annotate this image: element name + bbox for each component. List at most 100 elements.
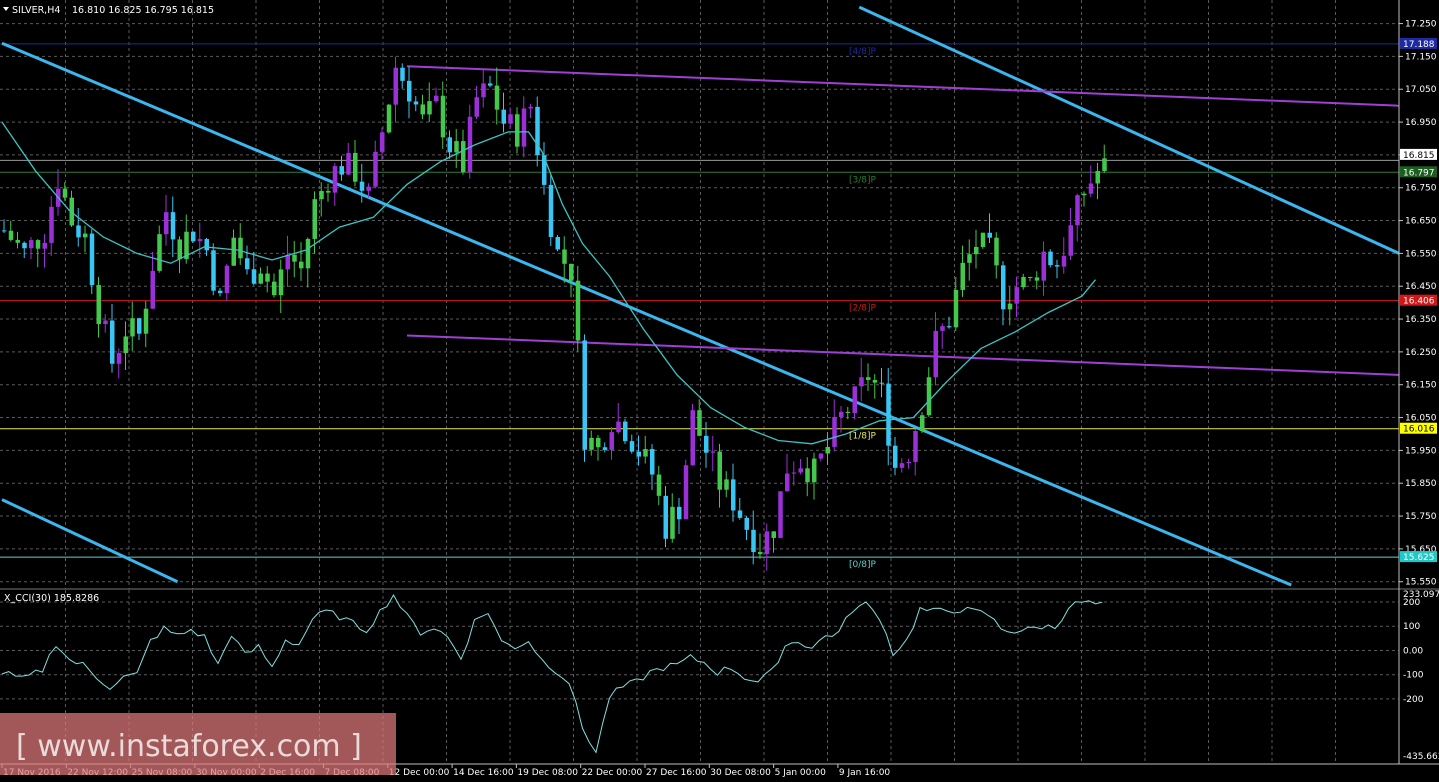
- candle-body: [886, 383, 891, 446]
- candle-body: [123, 336, 128, 354]
- candle-body: [191, 231, 196, 242]
- indicator-tick-label: 0.00: [1403, 646, 1423, 656]
- time-tick-label: 5 Jan 00:00: [775, 768, 827, 778]
- candle-body: [319, 190, 324, 200]
- candle-body: [1088, 183, 1094, 194]
- candle-body: [1102, 158, 1107, 171]
- candle-body: [258, 273, 263, 284]
- candle-body: [521, 108, 527, 147]
- candle-body: [96, 285, 101, 325]
- candle-body: [427, 101, 432, 115]
- candle-body: [1075, 195, 1080, 226]
- candle-body: [488, 83, 493, 86]
- price-tick-label: 16.750: [1405, 184, 1437, 194]
- level-label: [0/8]P: [849, 560, 877, 570]
- candle-body: [771, 531, 776, 538]
- price-tick-label: 16.350: [1405, 315, 1437, 325]
- candle-body: [481, 83, 486, 98]
- candle-body: [548, 184, 554, 237]
- candle-body: [386, 104, 392, 133]
- candle-body: [29, 240, 34, 249]
- level-label: [1/8]P: [849, 432, 877, 442]
- candle-body: [724, 479, 729, 490]
- candle-body: [447, 137, 452, 153]
- candle-body: [879, 382, 884, 384]
- candle-body: [683, 465, 689, 520]
- candle-body: [710, 451, 716, 453]
- candle-body: [717, 451, 722, 490]
- candle-body: [15, 239, 20, 243]
- candle-body: [278, 269, 284, 296]
- candle-body: [933, 330, 938, 378]
- price-tick-label: 16.250: [1405, 348, 1437, 358]
- candle-body: [22, 242, 27, 249]
- candle-body: [62, 188, 68, 198]
- price-tick-label: 16.650: [1405, 217, 1437, 227]
- candle-body: [555, 236, 560, 250]
- candle-body: [623, 421, 628, 442]
- candle-body: [454, 141, 459, 153]
- candle-body: [731, 479, 736, 511]
- candle-body: [508, 114, 513, 124]
- candle-body: [157, 234, 162, 271]
- price-tag-text: 16.406: [1403, 297, 1435, 307]
- candle-body: [231, 237, 236, 266]
- candle-body: [292, 254, 297, 262]
- candle-body: [656, 474, 662, 496]
- candle-body: [893, 445, 898, 468]
- candle-body: [494, 85, 500, 110]
- candle-body: [353, 152, 358, 182]
- candle-body: [380, 132, 385, 152]
- candle-body: [596, 437, 601, 448]
- candle-body: [103, 320, 108, 325]
- candle-body: [987, 232, 992, 238]
- candle-body: [697, 410, 702, 436]
- candle-body: [474, 97, 479, 117]
- time-tick-label: 14 Dec 16:00: [453, 768, 514, 778]
- candle-body: [818, 453, 824, 459]
- time-tick-label: 12 Dec 00:00: [389, 768, 450, 778]
- candle-body: [170, 212, 176, 240]
- candle-body: [650, 449, 655, 475]
- candle-body: [420, 104, 425, 115]
- candle-body: [629, 441, 635, 452]
- candle-body: [575, 280, 581, 341]
- candle-body: [197, 239, 203, 242]
- candle-body: [8, 230, 14, 240]
- candle-body: [393, 67, 398, 105]
- candle-body: [751, 529, 756, 553]
- candle-body: [609, 432, 614, 450]
- candle-body: [825, 446, 830, 454]
- candle-body: [940, 326, 945, 331]
- candle-body: [49, 206, 54, 243]
- price-tag-text: 16.797: [1403, 168, 1435, 178]
- candle-body: [677, 506, 682, 520]
- chart-background: [0, 0, 1439, 782]
- candle-body: [143, 308, 149, 334]
- candle-body: [76, 225, 81, 238]
- candle-body: [83, 233, 88, 238]
- candle-body: [906, 461, 911, 464]
- candle-body: [332, 166, 338, 193]
- candle-body: [1021, 276, 1026, 288]
- price-tick-label: 15.550: [1405, 578, 1437, 588]
- candle-body: [501, 109, 506, 124]
- candle-body: [791, 472, 797, 474]
- level-label: [4/8]P: [849, 47, 877, 57]
- candle-body: [1068, 225, 1073, 256]
- candle-body: [845, 411, 851, 414]
- price-chart[interactable]: [4/8]P [3/8]P [2/8]P [1/8]P [0/8]P 17.250 17.…: [0, 0, 1439, 782]
- candle-body: [920, 415, 925, 432]
- candle-body: [1061, 255, 1067, 267]
- candle-body: [130, 318, 135, 337]
- candle-body: [272, 281, 277, 296]
- candle-body: [515, 114, 520, 147]
- candle-body: [434, 95, 439, 102]
- candle-body: [42, 242, 47, 249]
- candle-body: [913, 431, 918, 462]
- candle-body: [238, 237, 243, 259]
- candle-body: [528, 106, 533, 109]
- indicator-top-label: 233.0977: [1403, 590, 1439, 600]
- candle-body: [866, 377, 871, 380]
- candle-body: [211, 250, 216, 291]
